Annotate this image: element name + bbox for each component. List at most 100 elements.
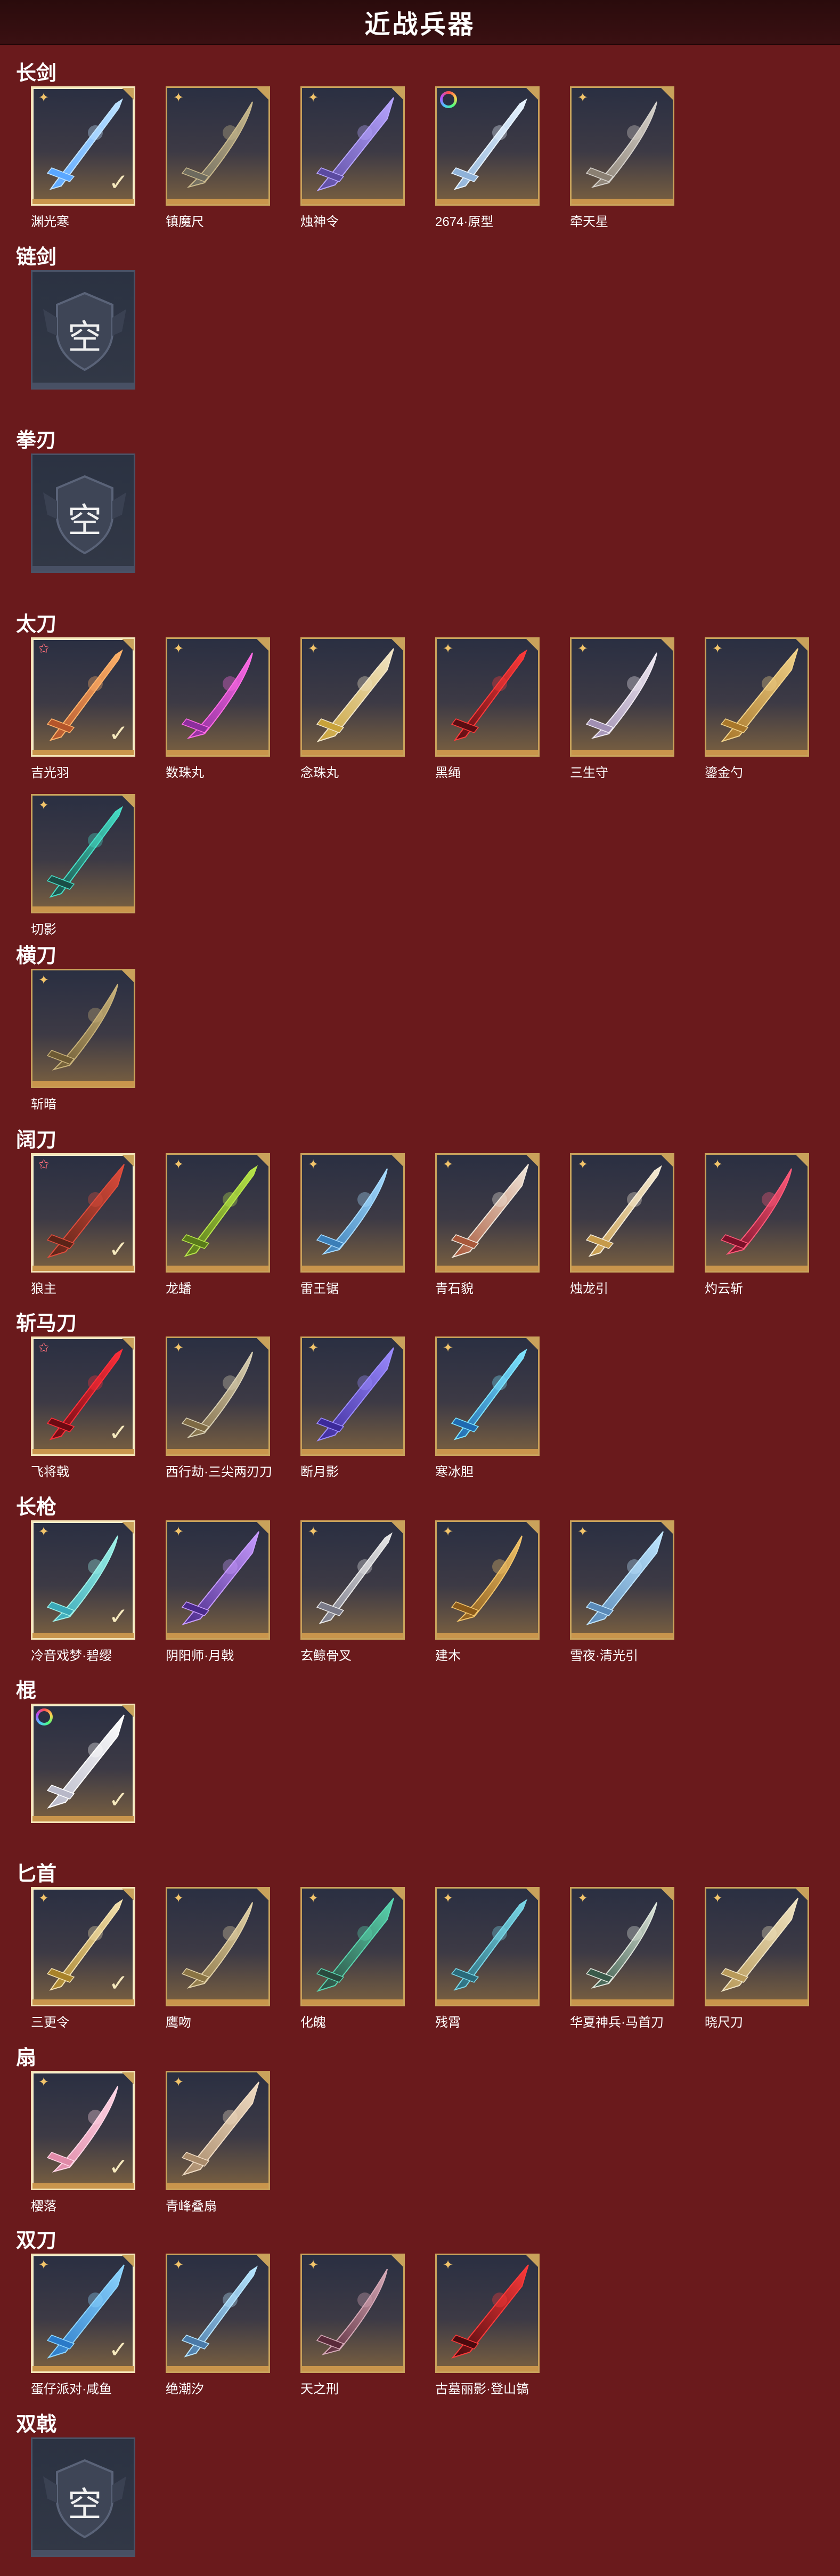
weapon-card[interactable]: ✦ ✓ 渊光寒 bbox=[31, 86, 135, 229]
card-bottom-bar bbox=[437, 1266, 538, 1271]
weapon-name: 玄鲸骨叉 bbox=[300, 1649, 352, 1663]
weapon-image bbox=[451, 2264, 529, 2359]
card-bottom-bar bbox=[167, 750, 268, 755]
weapon-card[interactable]: ✩ ✓ 吉光羽 bbox=[31, 637, 135, 780]
gold-cross-rarity-icon: ✦ bbox=[173, 2075, 184, 2089]
card-bottom-bar bbox=[32, 1081, 134, 1087]
weapon-card[interactable]: ✦ ✓ 樱落 bbox=[31, 2071, 135, 2214]
weapon-image bbox=[316, 1347, 394, 1441]
card-frame: ✦ bbox=[570, 1153, 674, 1273]
empty-weapon-slot[interactable]: 空 bbox=[31, 270, 135, 394]
category-title: 扇 bbox=[16, 2047, 37, 2069]
card-frame: ✦ bbox=[166, 2254, 270, 2373]
weapon-name: 三更令 bbox=[31, 2015, 69, 2030]
weapon-card[interactable]: ✦ 三生守 bbox=[570, 637, 674, 780]
weapon-card[interactable]: ✦ 青石貌 bbox=[435, 1153, 540, 1296]
weapon-image bbox=[181, 1351, 253, 1438]
weapon-card[interactable]: ✦ 断月影 bbox=[300, 1336, 405, 1479]
equipped-check-icon: ✓ bbox=[109, 1236, 128, 1262]
weapon-card[interactable]: ✦ 玄鲸骨叉 bbox=[300, 1520, 405, 1663]
equipped-check-icon: ✓ bbox=[109, 2154, 128, 2180]
gold-cross-rarity-icon: ✦ bbox=[442, 642, 454, 656]
card-frame bbox=[435, 86, 540, 206]
card-frame: ✦ bbox=[435, 1336, 540, 1456]
weapon-card[interactable]: ✦ 烛龙引 bbox=[570, 1153, 674, 1296]
gold-cross-rarity-icon: ✦ bbox=[173, 91, 184, 105]
weapon-name: 镇魔尺 bbox=[166, 215, 204, 229]
weapon-card[interactable]: ✦ ✓ 三更令 bbox=[31, 1887, 135, 2030]
weapon-card[interactable]: ✦ 念珠丸 bbox=[300, 637, 405, 780]
category-title: 匕首 bbox=[16, 1863, 57, 1885]
weapon-image bbox=[181, 101, 253, 188]
card-bottom-bar bbox=[706, 1266, 808, 1271]
card-corner-icon bbox=[257, 1338, 268, 1350]
weapon-glow bbox=[357, 125, 372, 140]
card-bottom-bar bbox=[32, 1633, 134, 1638]
weapon-name: 阴阳师·月戟 bbox=[166, 1649, 234, 1663]
weapon-card[interactable]: ✦ ✓ 蛋仔派对·咸鱼 bbox=[31, 2254, 135, 2396]
rainbow-ring-rarity-icon bbox=[36, 1708, 53, 1726]
weapon-card[interactable]: ✦ 残霄 bbox=[435, 1887, 540, 2030]
weapon-card[interactable]: ✦ 烛神令 bbox=[300, 86, 405, 229]
card-frame: ✦ bbox=[570, 637, 674, 757]
weapon-card[interactable]: ✦ 斩暗 bbox=[31, 969, 135, 1112]
weapon-glow bbox=[88, 1192, 103, 1207]
weapon-card[interactable]: ✓ bbox=[31, 1704, 135, 1827]
weapon-card[interactable]: ✦ ✓ 冷音戏梦·碧缨 bbox=[31, 1520, 135, 1663]
weapon-card[interactable]: ✦ 鎏金勺 bbox=[705, 637, 809, 780]
weapon-card[interactable]: ✦ 建木 bbox=[435, 1520, 540, 1663]
weapon-card[interactable]: 2674·原型 bbox=[435, 86, 540, 229]
empty-weapon-slot[interactable]: 空 bbox=[31, 453, 135, 577]
weapon-card[interactable]: ✦ 西行劫·三尖两刃刀 bbox=[166, 1336, 272, 1479]
weapon-glow bbox=[762, 676, 777, 691]
weapon-card[interactable]: ✦ 牵天星 bbox=[570, 86, 674, 229]
weapon-card[interactable]: ✦ 黑绳 bbox=[435, 637, 540, 780]
category-title: 双戟 bbox=[16, 2413, 57, 2436]
weapon-card[interactable]: ✦ 寒冰胆 bbox=[435, 1336, 540, 1479]
card-corner-icon bbox=[257, 88, 268, 100]
equipped-check-icon: ✓ bbox=[109, 1603, 128, 1630]
weapon-name: 残霄 bbox=[435, 2015, 461, 2030]
card-bottom-bar bbox=[302, 2366, 403, 2371]
weapon-card[interactable]: ✩ ✓ 飞将戟 bbox=[31, 1336, 135, 1479]
weapon-card[interactable]: ✦ 古墓丽影·登山镐 bbox=[435, 2254, 540, 2396]
card-corner-icon bbox=[122, 1705, 134, 1717]
weapon-image bbox=[316, 648, 394, 742]
weapon-card[interactable]: ✦ 华夏神兵·马首刀 bbox=[570, 1887, 674, 2030]
weapon-glow bbox=[627, 676, 642, 691]
card-bottom-bar bbox=[706, 1999, 808, 2005]
weapon-card[interactable]: ✦ 阴阳师·月戟 bbox=[166, 1520, 270, 1663]
weapon-card[interactable]: ✦ 晓尺刀 bbox=[705, 1887, 809, 2030]
weapon-card[interactable]: ✦ 雪夜·清光引 bbox=[570, 1520, 674, 1663]
weapon-card[interactable]: ✦ 青峰叠扇 bbox=[166, 2071, 270, 2214]
weapon-card[interactable]: ✦ 绝潮汐 bbox=[166, 2254, 270, 2396]
weapon-name: 吉光羽 bbox=[31, 766, 69, 780]
equipped-check-icon: ✓ bbox=[109, 720, 128, 747]
weapon-name: 2674·原型 bbox=[435, 215, 494, 229]
weapon-glow bbox=[492, 125, 507, 140]
card-corner-icon bbox=[796, 1155, 808, 1167]
weapon-image bbox=[181, 1165, 258, 1257]
weapon-glow bbox=[223, 125, 238, 140]
weapon-card[interactable]: ✦ 镇魔尺 bbox=[166, 86, 270, 229]
weapon-card[interactable]: ✦ 化魄 bbox=[300, 1887, 405, 2030]
empty-weapon-slot[interactable]: 空 bbox=[31, 2437, 135, 2561]
card-bottom-bar bbox=[32, 566, 134, 571]
card-frame: 空 bbox=[31, 2437, 135, 2557]
card-frame: ✦ bbox=[300, 86, 405, 206]
card-frame: ✦ bbox=[166, 637, 270, 757]
weapon-card[interactable]: ✦ 雷王锯 bbox=[300, 1153, 405, 1296]
card-corner-icon bbox=[392, 1155, 403, 1167]
gold-cross-rarity-icon: ✦ bbox=[38, 2258, 50, 2272]
weapon-card[interactable]: ✦ 龙蟠 bbox=[166, 1153, 270, 1296]
weapon-card[interactable]: ✦ 切影 bbox=[31, 794, 135, 937]
weapon-card[interactable]: ✦ 数珠丸 bbox=[166, 637, 270, 780]
weapon-card[interactable]: ✦ 灼云斩 bbox=[705, 1153, 809, 1296]
weapon-card[interactable]: ✩ ✓ 狼主 bbox=[31, 1153, 135, 1296]
weapon-card[interactable]: ✦ 天之刑 bbox=[300, 2254, 405, 2396]
card-bottom-bar bbox=[167, 1449, 268, 1454]
weapon-card[interactable]: ✦ 鹰吻 bbox=[166, 1887, 270, 2030]
weapon-glow bbox=[88, 2110, 103, 2125]
weapon-glow bbox=[627, 1559, 642, 1574]
rainbow-ring-rarity-icon bbox=[440, 91, 457, 108]
